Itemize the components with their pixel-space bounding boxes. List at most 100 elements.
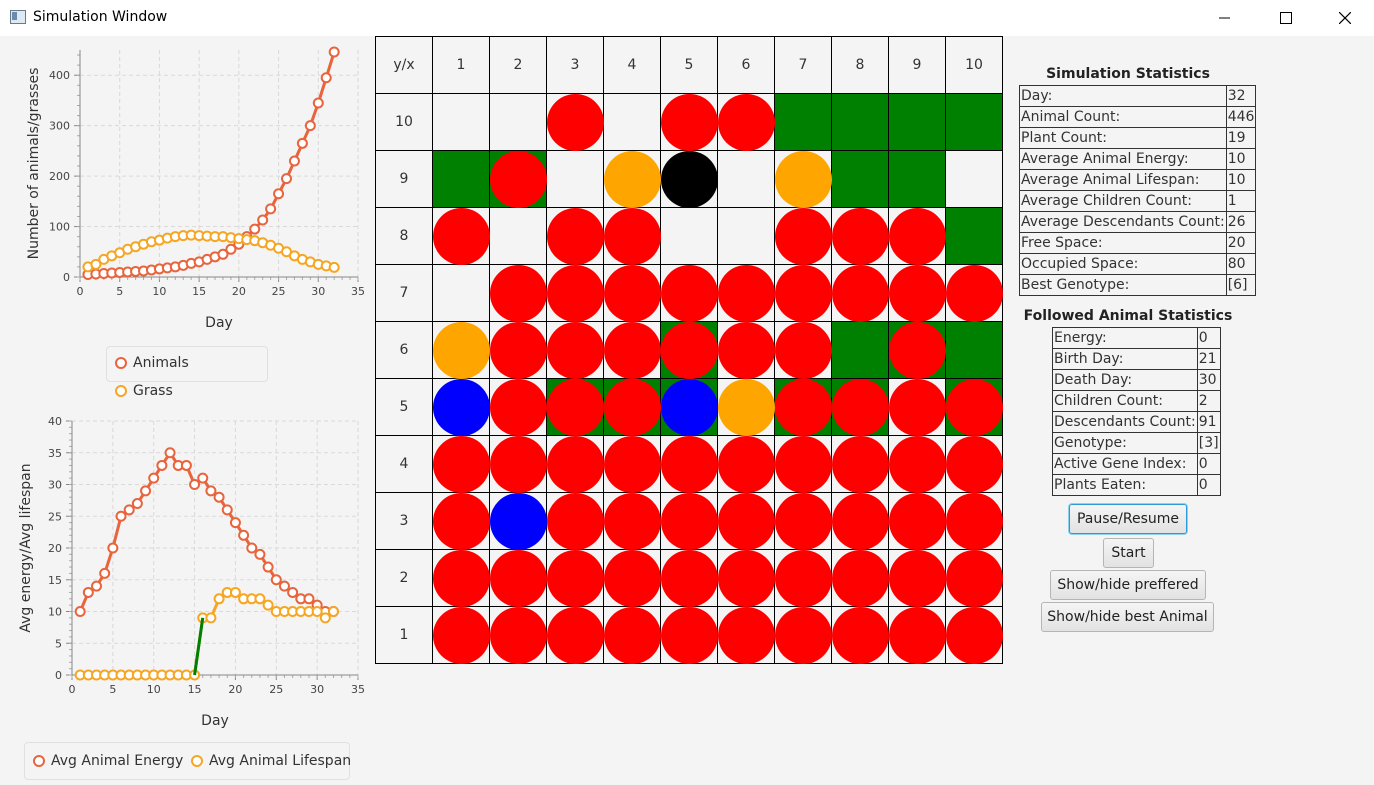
map-cell[interactable] bbox=[661, 379, 718, 436]
animal[interactable] bbox=[946, 379, 1003, 436]
map-cell[interactable] bbox=[889, 436, 946, 493]
animal[interactable] bbox=[490, 436, 547, 493]
map-cell[interactable] bbox=[889, 151, 946, 208]
map-cell[interactable] bbox=[775, 94, 832, 151]
animal[interactable] bbox=[490, 379, 547, 436]
map-cell[interactable] bbox=[433, 151, 490, 208]
map-cell[interactable] bbox=[832, 379, 889, 436]
animal[interactable] bbox=[433, 436, 490, 493]
animal[interactable] bbox=[889, 322, 946, 379]
animal[interactable] bbox=[775, 550, 832, 607]
map-cell[interactable] bbox=[832, 493, 889, 550]
map-cell[interactable] bbox=[433, 607, 490, 664]
map-cell[interactable] bbox=[946, 493, 1003, 550]
map-cell[interactable] bbox=[775, 265, 832, 322]
map-cell[interactable] bbox=[775, 436, 832, 493]
animal[interactable] bbox=[718, 436, 775, 493]
map-cell[interactable] bbox=[490, 265, 547, 322]
map-cell[interactable] bbox=[490, 607, 547, 664]
animal[interactable] bbox=[490, 265, 547, 322]
animal[interactable] bbox=[775, 436, 832, 493]
animal[interactable] bbox=[718, 550, 775, 607]
map-cell[interactable] bbox=[718, 94, 775, 151]
animal[interactable] bbox=[661, 322, 718, 379]
animal[interactable] bbox=[889, 379, 946, 436]
animal[interactable] bbox=[661, 493, 718, 550]
map-cell[interactable] bbox=[832, 265, 889, 322]
animal[interactable] bbox=[661, 550, 718, 607]
map-cell[interactable] bbox=[661, 151, 718, 208]
map-cell[interactable] bbox=[718, 493, 775, 550]
animal[interactable] bbox=[775, 208, 832, 265]
animal[interactable] bbox=[775, 379, 832, 436]
map-cell[interactable] bbox=[604, 322, 661, 379]
map-cell[interactable] bbox=[718, 151, 775, 208]
map-cell[interactable] bbox=[775, 493, 832, 550]
map-cell[interactable] bbox=[490, 151, 547, 208]
animal[interactable] bbox=[661, 94, 718, 151]
map-cell[interactable] bbox=[718, 322, 775, 379]
animal[interactable] bbox=[547, 94, 604, 151]
map-cell[interactable] bbox=[946, 379, 1003, 436]
map-cell[interactable] bbox=[547, 607, 604, 664]
map-cell[interactable] bbox=[547, 265, 604, 322]
map-cell[interactable] bbox=[661, 607, 718, 664]
map-cell[interactable] bbox=[889, 265, 946, 322]
map-cell[interactable] bbox=[433, 265, 490, 322]
map-cell[interactable] bbox=[661, 322, 718, 379]
map-cell[interactable] bbox=[604, 493, 661, 550]
map-cell[interactable] bbox=[433, 94, 490, 151]
map-cell[interactable] bbox=[832, 436, 889, 493]
map-cell[interactable] bbox=[547, 379, 604, 436]
map-cell[interactable] bbox=[775, 151, 832, 208]
animal[interactable] bbox=[832, 607, 889, 664]
map-cell[interactable] bbox=[718, 265, 775, 322]
map-cell[interactable] bbox=[547, 436, 604, 493]
best-animal[interactable] bbox=[433, 322, 490, 379]
animal[interactable] bbox=[946, 265, 1003, 322]
animal[interactable] bbox=[889, 208, 946, 265]
map-cell[interactable] bbox=[775, 379, 832, 436]
map-cell[interactable] bbox=[604, 151, 661, 208]
map-cell[interactable] bbox=[889, 379, 946, 436]
map-cell[interactable] bbox=[547, 322, 604, 379]
minimize-button[interactable] bbox=[1202, 0, 1248, 36]
map-cell[interactable] bbox=[547, 493, 604, 550]
map-cell[interactable] bbox=[433, 322, 490, 379]
map-cell[interactable] bbox=[832, 550, 889, 607]
map-cell[interactable] bbox=[775, 607, 832, 664]
animal[interactable] bbox=[889, 607, 946, 664]
animal[interactable] bbox=[547, 265, 604, 322]
map-cell[interactable] bbox=[889, 94, 946, 151]
map-cell[interactable] bbox=[832, 151, 889, 208]
followed-animal[interactable] bbox=[433, 379, 490, 436]
map-cell[interactable] bbox=[547, 94, 604, 151]
animal[interactable] bbox=[433, 493, 490, 550]
animal[interactable] bbox=[946, 550, 1003, 607]
map-cell[interactable] bbox=[661, 265, 718, 322]
map-cell[interactable] bbox=[433, 550, 490, 607]
animal[interactable] bbox=[832, 208, 889, 265]
animal[interactable] bbox=[490, 322, 547, 379]
animal[interactable] bbox=[946, 493, 1003, 550]
animal[interactable] bbox=[718, 94, 775, 151]
animal[interactable] bbox=[604, 550, 661, 607]
map-cell[interactable] bbox=[604, 94, 661, 151]
animal[interactable] bbox=[604, 436, 661, 493]
map-cell[interactable] bbox=[433, 436, 490, 493]
map-cell[interactable] bbox=[547, 208, 604, 265]
animal[interactable] bbox=[433, 607, 490, 664]
animal[interactable] bbox=[889, 550, 946, 607]
animal[interactable] bbox=[832, 436, 889, 493]
map-cell[interactable] bbox=[946, 94, 1003, 151]
animal[interactable] bbox=[775, 265, 832, 322]
animal[interactable] bbox=[490, 607, 547, 664]
animal[interactable] bbox=[433, 208, 490, 265]
map-cell[interactable] bbox=[604, 379, 661, 436]
animal[interactable] bbox=[547, 208, 604, 265]
map-cell[interactable] bbox=[946, 436, 1003, 493]
best-animal[interactable] bbox=[604, 151, 661, 208]
map-cell[interactable] bbox=[889, 607, 946, 664]
animal[interactable] bbox=[661, 607, 718, 664]
animal[interactable] bbox=[832, 550, 889, 607]
